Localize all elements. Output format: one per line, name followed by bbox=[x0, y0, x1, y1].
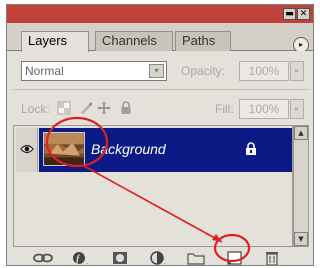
svg-text:.: . bbox=[164, 257, 166, 265]
trash-icon[interactable] bbox=[263, 251, 281, 265]
lock-label: Lock: bbox=[21, 102, 50, 116]
scroll-up-button[interactable]: ▲ bbox=[294, 126, 308, 140]
layer-name: Background bbox=[91, 141, 166, 157]
panel-bottom-toolbar: f . . bbox=[7, 251, 313, 265]
layer-thumbnail bbox=[43, 132, 85, 166]
fill-slider-button[interactable]: ▸ bbox=[290, 99, 304, 119]
new-group-icon[interactable] bbox=[187, 251, 205, 265]
lock-transparency-icon[interactable] bbox=[57, 101, 71, 115]
blend-mode-value: Normal bbox=[25, 64, 64, 78]
close-button[interactable]: ✕ bbox=[297, 8, 310, 20]
lock-all-icon[interactable] bbox=[119, 101, 133, 115]
opacity-label: Opacity: bbox=[181, 64, 226, 78]
lock-icon bbox=[246, 142, 256, 155]
scroll-down-button[interactable]: ▼ bbox=[294, 232, 308, 246]
chevron-down-icon[interactable]: ▾ bbox=[149, 64, 164, 78]
tab-paths[interactable]: Paths bbox=[175, 31, 231, 51]
lock-position-icon[interactable] bbox=[97, 101, 111, 115]
fill-field[interactable]: 100% bbox=[239, 99, 289, 119]
layer-row-background[interactable]: Background bbox=[39, 128, 292, 172]
lock-pixels-icon[interactable] bbox=[79, 101, 93, 115]
eye-icon bbox=[20, 144, 34, 154]
layers-panel: ▬ ✕ Layers Channels Paths ▸ Normal ▾ Opa… bbox=[6, 4, 314, 266]
tab-channels[interactable]: Channels bbox=[95, 31, 173, 51]
adjustment-layer-icon[interactable]: . bbox=[149, 251, 171, 265]
minimize-button[interactable]: ▬ bbox=[283, 8, 296, 20]
panel-titlebar: ▬ ✕ bbox=[7, 5, 313, 23]
tab-strip: Layers Channels Paths ▸ bbox=[7, 23, 313, 53]
divider bbox=[13, 89, 309, 90]
tab-layers[interactable]: Layers bbox=[21, 31, 89, 52]
new-layer-icon[interactable] bbox=[225, 251, 243, 265]
fill-label: Fill: bbox=[215, 102, 234, 116]
layers-scrollbar[interactable]: ▲ ▼ bbox=[293, 125, 309, 247]
link-layers-icon[interactable] bbox=[33, 251, 53, 265]
layers-list: Background bbox=[13, 125, 293, 247]
panel-content: Normal ▾ Opacity: 100% ▸ Lock: Fill: 100… bbox=[7, 51, 313, 265]
opacity-field[interactable]: 100% bbox=[239, 61, 289, 81]
svg-text:.: . bbox=[86, 257, 88, 265]
visibility-toggle[interactable] bbox=[16, 128, 38, 172]
layer-mask-icon[interactable] bbox=[111, 251, 129, 265]
blend-mode-select[interactable]: Normal ▾ bbox=[21, 61, 167, 81]
layer-style-icon[interactable]: f . bbox=[71, 251, 93, 265]
opacity-slider-button[interactable]: ▸ bbox=[290, 61, 304, 81]
